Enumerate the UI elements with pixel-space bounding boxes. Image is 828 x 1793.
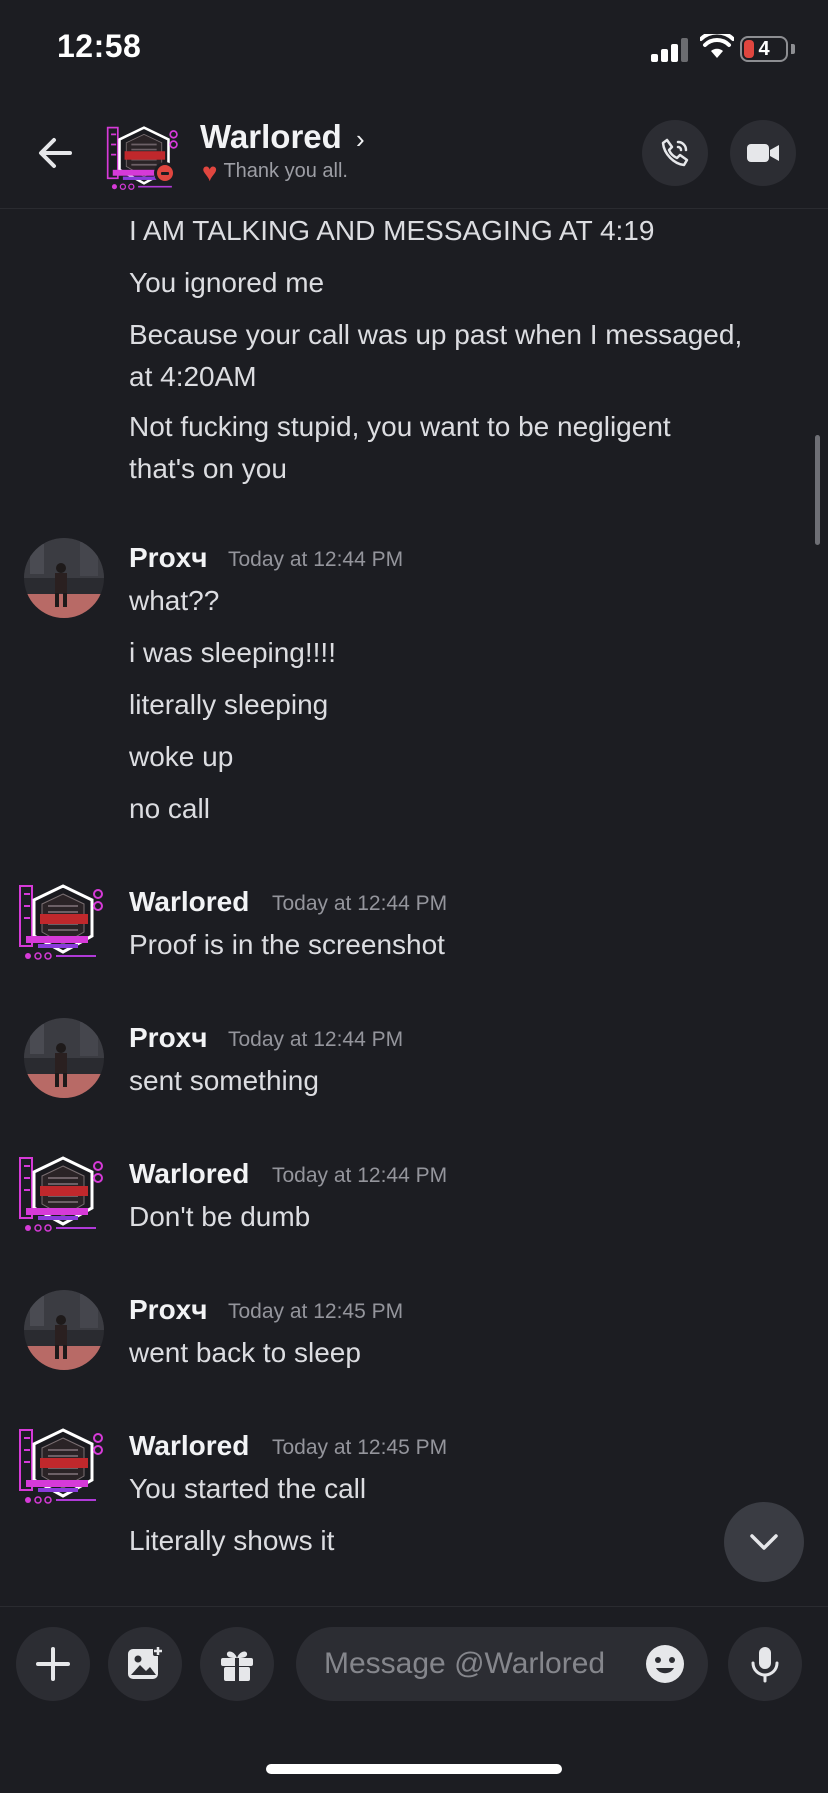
message-text: Don't be dumb: [129, 1201, 311, 1232]
jump-to-present-button[interactable]: [724, 1502, 804, 1582]
avatar[interactable]: [18, 880, 108, 964]
dnd-status-badge: [154, 162, 176, 184]
chevron-down-icon: [750, 1534, 778, 1550]
emoji-icon[interactable]: [644, 1643, 686, 1685]
message-author[interactable]: Warlored: [129, 1430, 249, 1462]
message-text: went back to sleep: [129, 1337, 361, 1368]
message-text: You started the call: [129, 1473, 367, 1504]
battery-level: 4: [758, 38, 770, 60]
message-timestamp: Today at 12:44 PM: [272, 892, 448, 915]
message-text: that's on you: [129, 453, 287, 484]
message-input[interactable]: [324, 1627, 624, 1701]
message-text: Proof is in the screenshot: [129, 929, 445, 960]
avatar[interactable]: [24, 1018, 104, 1098]
microphone-icon: [751, 1647, 779, 1683]
message-author[interactable]: Proxч: [129, 1294, 208, 1326]
message-text: Not fucking stupid, you want to be negli…: [129, 411, 671, 442]
wifi-icon: [700, 34, 734, 58]
message-timestamp: Today at 12:44 PM: [228, 1028, 404, 1051]
clock: 12:58: [57, 28, 142, 64]
scrollbar[interactable]: [815, 435, 820, 545]
home-indicator[interactable]: [266, 1764, 562, 1774]
message-author[interactable]: Proxч: [129, 1022, 208, 1054]
cellular-signal-icon: [651, 38, 691, 62]
avatar[interactable]: [106, 120, 182, 196]
add-attachment-button[interactable]: [16, 1627, 90, 1701]
image-button[interactable]: [108, 1627, 182, 1701]
gift-icon: [221, 1651, 253, 1681]
avatar[interactable]: [18, 1424, 108, 1508]
video-call-button[interactable]: [730, 120, 796, 186]
message-timestamp: Today at 12:44 PM: [272, 1164, 448, 1187]
message-text: literally sleeping: [129, 689, 329, 720]
avatar[interactable]: [24, 538, 104, 618]
avatar[interactable]: [24, 1290, 104, 1370]
message-author[interactable]: Proxч: [129, 542, 208, 574]
message-text: i was sleeping!!!!: [129, 637, 336, 668]
battery-icon: 4: [740, 36, 788, 62]
message-timestamp: Today at 12:45 PM: [228, 1300, 404, 1323]
gift-button[interactable]: [200, 1627, 274, 1701]
voice-message-button[interactable]: [728, 1627, 802, 1701]
message-text: Literally shows it: [129, 1525, 335, 1556]
avatar[interactable]: [18, 1152, 108, 1236]
message-text: at 4:20AM: [129, 361, 257, 392]
message-text: woke up: [129, 741, 234, 772]
call-button[interactable]: [642, 120, 708, 186]
message-timestamp: Today at 12:44 PM: [228, 548, 404, 571]
chevron-right-icon[interactable]: ›: [356, 124, 365, 155]
message-text: what??: [129, 585, 220, 616]
status-bar: 12:58 4: [0, 0, 828, 100]
red-heart-icon: ♥: [202, 156, 218, 187]
video-camera-icon: [747, 144, 779, 162]
phone-icon: [661, 138, 689, 167]
custom-status: ♥ Thank you all.: [202, 156, 348, 187]
message-author[interactable]: Warlored: [129, 1158, 249, 1190]
message-author[interactable]: Warlored: [129, 886, 249, 918]
message-input-container[interactable]: [296, 1627, 708, 1701]
plus-icon: [36, 1647, 70, 1681]
message-list[interactable]: I AM TALKING AND MESSAGING AT 4:19 You i…: [0, 208, 828, 1608]
dm-header: Warlored › ♥ Thank you all.: [0, 100, 828, 209]
message-text: sent something: [129, 1065, 319, 1096]
message-timestamp: Today at 12:45 PM: [272, 1436, 448, 1459]
channel-name[interactable]: Warlored: [200, 118, 342, 156]
status-text: Thank you all.: [223, 160, 348, 182]
message-text: I AM TALKING AND MESSAGING AT 4:19: [129, 215, 655, 246]
image-icon: [128, 1646, 163, 1679]
message-text: no call: [129, 793, 210, 824]
message-text: Because your call was up past when I mes…: [129, 319, 743, 350]
arrow-left-icon[interactable]: [32, 128, 82, 178]
message-text: You ignored me: [129, 267, 325, 298]
